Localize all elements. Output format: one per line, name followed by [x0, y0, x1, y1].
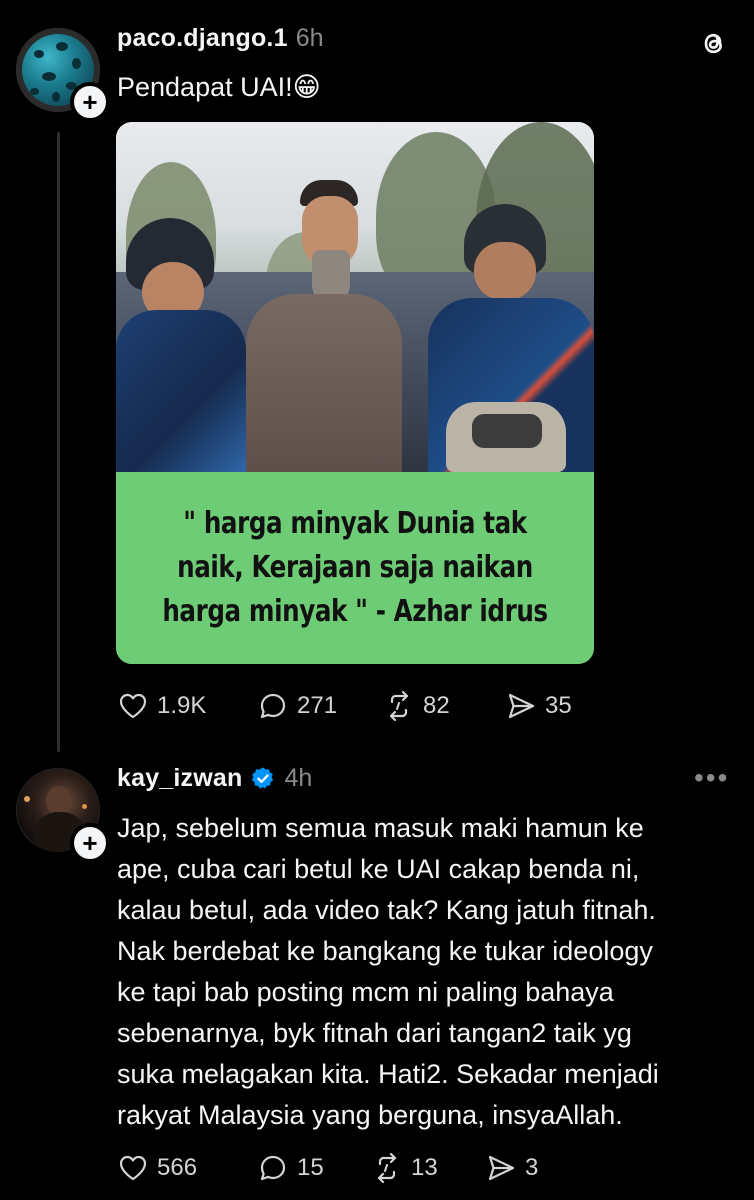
reply-actions: 566 15 13 3: [117, 1152, 538, 1184]
reply-follow-plus-icon[interactable]: +: [70, 823, 110, 863]
thread-connector-line: [57, 132, 60, 752]
image-caption-banner: " harga minyak Dunia tak naik, Kerajaan …: [116, 472, 594, 664]
grinning-emoji: 😁: [292, 72, 321, 102]
heart-icon: [117, 1152, 149, 1184]
reply-text-line: suka melagakan kita. Hati2. Sekadar menj…: [117, 1059, 659, 1089]
comment-icon: [257, 1152, 289, 1184]
more-options-icon[interactable]: •••: [694, 762, 729, 794]
reply-count: 271: [297, 692, 338, 719]
photo-scene: [116, 122, 594, 472]
reply-text-line: ke tapi bab posting mcm ni paling bahaya: [117, 977, 614, 1007]
share-button[interactable]: 35: [505, 690, 572, 722]
post-actions: 1.9K 271 82 35: [117, 690, 572, 722]
reply-button[interactable]: 271: [257, 690, 383, 722]
reply-repost-count: 13: [411, 1154, 438, 1181]
post-image[interactable]: " harga minyak Dunia tak naik, Kerajaan …: [116, 122, 594, 664]
reply-text-line: Nak berdebat ke bangkang ke tukar ideolo…: [117, 936, 653, 966]
author-username[interactable]: paco.django.1: [117, 24, 288, 53]
like-count: 1.9K: [157, 692, 207, 719]
send-icon: [505, 690, 537, 722]
heart-icon: [117, 690, 149, 722]
share-count: 35: [545, 692, 572, 719]
post-timestamp: 6h: [295, 24, 324, 52]
threads-logo-icon[interactable]: [696, 26, 730, 60]
reply-text-line: sebenarnya, byk fitnah dari tangan2 taik…: [117, 1018, 632, 1048]
reply-like-count: 566: [157, 1154, 198, 1181]
post-text: Pendapat UAI!: [117, 72, 293, 102]
repost-icon: [371, 1152, 403, 1184]
reply-text-line: rakyat Malaysia yang berguna, insyaAllah…: [117, 1100, 623, 1130]
comment-icon: [257, 690, 289, 722]
reply-text-line: kalau betul, ada video tak? Kang jatuh f…: [117, 895, 656, 925]
reply-share-button[interactable]: 3: [485, 1152, 538, 1184]
reply-text-line: ape, cuba cari betul ke UAI cakap benda …: [117, 854, 640, 884]
follow-plus-icon[interactable]: +: [70, 82, 110, 122]
reply-author-username[interactable]: kay_izwan: [117, 764, 242, 793]
reply-repost-button[interactable]: 13: [371, 1152, 485, 1184]
reply-timestamp: 4h: [284, 764, 313, 792]
reply-like-button[interactable]: 566: [117, 1152, 257, 1184]
image-caption-text: " harga minyak Dunia tak naik, Kerajaan …: [162, 506, 548, 629]
reply-reply-count: 15: [297, 1154, 324, 1181]
like-button[interactable]: 1.9K: [117, 690, 257, 722]
reply-share-count: 3: [525, 1154, 539, 1181]
repost-button[interactable]: 82: [383, 690, 505, 722]
repost-count: 82: [423, 692, 450, 719]
reply-text-line: Jap, sebelum semua masuk maki hamun ke: [117, 813, 644, 843]
reply-reply-button[interactable]: 15: [257, 1152, 371, 1184]
send-icon: [485, 1152, 517, 1184]
reply-text: Jap, sebelum semua masuk maki hamun ke a…: [117, 808, 659, 1136]
repost-icon: [383, 690, 415, 722]
verified-badge-icon: [250, 766, 276, 792]
